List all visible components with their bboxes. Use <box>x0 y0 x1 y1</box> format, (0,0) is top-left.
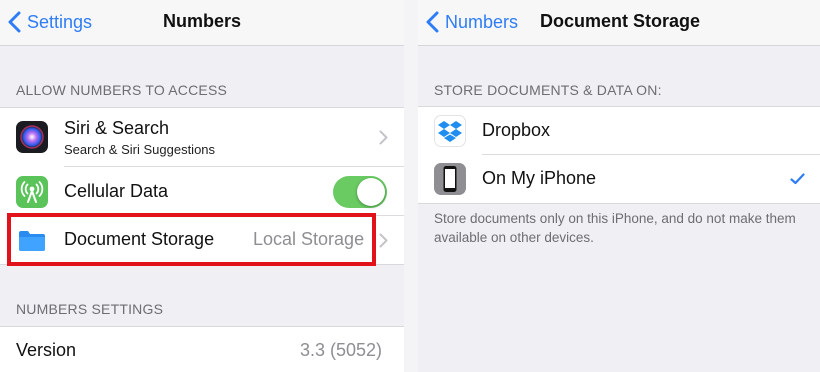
chevron-right-icon <box>379 233 388 248</box>
cellular-data-toggle[interactable] <box>333 176 387 208</box>
version-value: 3.3 (5052) <box>300 340 383 360</box>
chevron-left-icon <box>426 11 439 33</box>
numbers-settings-group: Version 3.3 (5052) <box>0 326 404 372</box>
siri-search-label: Siri & Search <box>64 118 170 138</box>
back-button[interactable]: Settings <box>8 9 92 35</box>
option-dropbox[interactable]: Dropbox <box>418 107 820 155</box>
page-title: Document Storage <box>540 11 701 31</box>
nav-bar: Numbers Document Storage <box>418 0 820 46</box>
section-header-store: STORE DOCUMENTS & DATA ON: <box>434 82 662 98</box>
section-header-settings: NUMBERS SETTINGS <box>16 301 164 317</box>
siri-search-sublabel: Search & Siri Suggestions <box>64 142 216 157</box>
dropbox-label: Dropbox <box>482 120 551 140</box>
footer-note: Store documents only on this iPhone, and… <box>434 211 796 245</box>
option-on-my-iphone[interactable]: On My iPhone <box>418 155 820 203</box>
nav-bar: Settings Numbers <box>0 0 404 46</box>
dropbox-icon <box>434 115 466 147</box>
checkmark-icon <box>790 173 805 185</box>
pane-divider <box>404 0 418 372</box>
chevron-right-icon <box>379 130 388 145</box>
highlight-box <box>7 213 376 266</box>
on-my-iphone-label: On My iPhone <box>482 168 597 188</box>
page-title: Numbers <box>163 11 242 31</box>
back-button[interactable]: Numbers <box>426 9 518 35</box>
version-label: Version <box>16 340 77 360</box>
siri-icon <box>16 121 48 153</box>
cellular-data-label: Cellular Data <box>64 181 169 201</box>
back-label: Settings <box>27 11 93 32</box>
toggle-knob <box>357 178 385 206</box>
cellular-icon <box>16 176 48 208</box>
cellular-data-row: Cellular Data <box>0 167 404 216</box>
back-label: Numbers <box>445 11 519 32</box>
version-row: Version 3.3 (5052) <box>0 327 404 372</box>
section-header-allow: ALLOW NUMBERS TO ACCESS <box>16 82 228 98</box>
chevron-left-icon <box>8 11 21 33</box>
settings-numbers-pane: Settings Numbers ALLOW NUMBERS TO ACCESS <box>0 0 404 372</box>
storage-options-group: Dropbox On My iPhone <box>418 106 820 204</box>
siri-search-row[interactable]: Siri & Search Search & Siri Suggestions <box>0 108 404 167</box>
document-storage-pane: Numbers Document Storage STORE DOCUMENTS… <box>418 0 820 372</box>
iphone-icon <box>434 163 466 195</box>
